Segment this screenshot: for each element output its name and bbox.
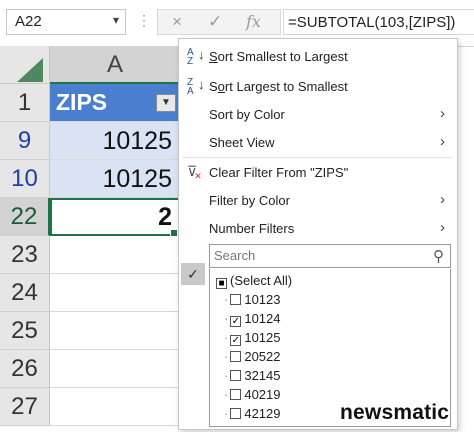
table-header-cell[interactable]: ZIPS ▼ <box>50 84 180 122</box>
row-header-24[interactable]: 24 <box>0 274 50 312</box>
menu-item-label: Sort Largest to Smallest <box>209 79 348 94</box>
table-row[interactable]: 10125 <box>50 122 180 160</box>
list-item[interactable]: · 10123 <box>224 292 281 311</box>
row-header-10[interactable]: 10 <box>0 160 50 198</box>
select-all-corner[interactable] <box>0 46 50 84</box>
empty-cell[interactable] <box>50 312 180 350</box>
list-item-label: 40219 <box>244 387 281 402</box>
sort-smallest-to-largest[interactable]: AZ ↓ Sort Smallest to Largest <box>179 43 457 71</box>
active-cell[interactable]: 2 <box>50 198 180 236</box>
sort-desc-icon: ZA <box>187 77 194 97</box>
checkbox-unchecked[interactable] <box>230 370 242 381</box>
chevron-right-icon: › <box>440 133 445 150</box>
insert-function-icon[interactable]: fx <box>246 12 261 31</box>
sheet-view[interactable]: Sheet View › <box>179 129 457 157</box>
down-arrow-icon: ↓ <box>198 47 205 62</box>
cell-value: 10125 <box>102 127 172 155</box>
chevron-right-icon: › <box>440 219 445 236</box>
filter-dropdown-button[interactable]: ▼ <box>156 94 176 112</box>
menu-item-label: Filter by Color <box>209 193 290 208</box>
menu-item-label: Clear Filter From "ZIPS" <box>209 165 349 180</box>
sort-by-color[interactable]: Sort by Color › <box>179 101 457 129</box>
checkmark-icon: ✓ <box>181 263 205 285</box>
list-item[interactable]: · ✓ 10125 <box>224 330 281 349</box>
tree-connector: · <box>224 311 229 326</box>
drag-handle-icon[interactable]: ⋮ <box>137 12 151 29</box>
row-header-23[interactable]: 23 <box>0 236 50 274</box>
search-placeholder[interactable]: Search <box>214 248 255 263</box>
select-all-triangle-icon[interactable] <box>17 58 43 82</box>
menu-item-label: Number Filters <box>209 221 295 236</box>
menu-item-label: Sheet View <box>209 135 275 150</box>
clear-filter[interactable]: ⊽✕ Clear Filter From "ZIPS" <box>179 159 457 187</box>
tree-connector: · <box>224 387 229 402</box>
empty-cell[interactable] <box>50 274 180 312</box>
chevron-down-icon[interactable]: ▾ <box>113 13 119 27</box>
down-arrow-icon: ↓ <box>198 77 205 92</box>
search-icon[interactable]: ⚲ <box>433 247 444 265</box>
column-header-label: A <box>106 51 123 78</box>
column-header-a[interactable]: A <box>50 46 180 84</box>
tree-connector: · <box>224 292 229 307</box>
chevron-right-icon: › <box>440 191 445 208</box>
tree-connector: · <box>224 406 229 421</box>
formula-input[interactable]: =SUBTOTAL(103,[ZIPS]) <box>283 9 474 35</box>
checkbox-checked[interactable]: ✓ <box>230 335 242 346</box>
sort-asc-icon: AZ <box>187 47 194 67</box>
checkbox-unchecked[interactable] <box>230 294 242 305</box>
name-box-value[interactable]: A22 <box>15 13 42 30</box>
checkbox-unchecked[interactable] <box>230 389 242 400</box>
row-header-1[interactable]: 1 <box>0 84 50 122</box>
formula-buttons: × ✓ fx <box>157 9 281 35</box>
list-item[interactable]: ■ (Select All) <box>216 273 292 292</box>
filter-by-color[interactable]: Filter by Color › <box>179 187 457 215</box>
menu-item-label: Sort by Color <box>209 107 285 122</box>
clear-filter-icon: ⊽✕ <box>187 163 202 181</box>
chevron-right-icon: › <box>440 105 445 122</box>
sort-largest-to-smallest[interactable]: ZA ↓ Sort Largest to Smallest <box>179 73 457 101</box>
table-header-label: ZIPS <box>56 89 108 115</box>
list-item-label: 10123 <box>244 292 281 307</box>
formula-text[interactable]: =SUBTOTAL(103,[ZIPS]) <box>288 14 455 31</box>
menu-item-label: Sort Smallest to Largest <box>209 49 348 64</box>
checkbox-unchecked[interactable] <box>230 408 242 419</box>
empty-cell[interactable] <box>50 388 180 426</box>
tree-connector: · <box>224 330 229 345</box>
list-item-label: 10125 <box>244 330 281 345</box>
list-item[interactable]: · 42129 <box>224 406 281 425</box>
row-header-25[interactable]: 25 <box>0 312 50 350</box>
list-item[interactable]: · 32145 <box>224 368 281 387</box>
list-item-label: 10124 <box>244 311 281 326</box>
search-input[interactable]: Search ⚲ <box>209 244 451 268</box>
checkbox-partial[interactable]: ■ <box>216 278 227 289</box>
list-item[interactable]: · 40219 <box>224 387 281 406</box>
row-header-9[interactable]: 9 <box>0 122 50 160</box>
list-item[interactable]: · 20522 <box>224 349 281 368</box>
row-header-22[interactable]: 22 <box>0 198 50 236</box>
list-item[interactable]: · ✓ 10124 <box>224 311 281 330</box>
list-item-label: 42129 <box>244 406 281 421</box>
table-row[interactable]: 10125 <box>50 160 180 198</box>
list-item-label: 20522 <box>244 349 281 364</box>
tree-connector: · <box>224 349 229 364</box>
cancel-icon[interactable]: × <box>172 12 182 32</box>
empty-cell[interactable] <box>50 350 180 388</box>
checkbox-checked[interactable]: ✓ <box>230 316 242 327</box>
list-item-label: 32145 <box>244 368 281 383</box>
tree-connector: · <box>224 368 229 383</box>
enter-icon[interactable]: ✓ <box>208 12 222 32</box>
filter-menu: AZ ↓ Sort Smallest to Largest ZA ↓ Sort … <box>178 38 458 430</box>
name-box[interactable]: A22 ▾ <box>6 9 126 35</box>
row-header-27[interactable]: 27 <box>0 388 50 426</box>
list-item-label: (Select All) <box>230 273 293 288</box>
cell-value: 2 <box>158 203 172 231</box>
checkbox-unchecked[interactable] <box>230 351 242 362</box>
newsmatic-watermark-logo: newsmatic <box>340 401 450 424</box>
number-filters[interactable]: Number Filters › <box>179 215 457 243</box>
empty-cell[interactable] <box>50 236 180 274</box>
menu-divider <box>183 157 453 158</box>
cell-value: 10125 <box>102 165 172 193</box>
row-header-26[interactable]: 26 <box>0 350 50 388</box>
